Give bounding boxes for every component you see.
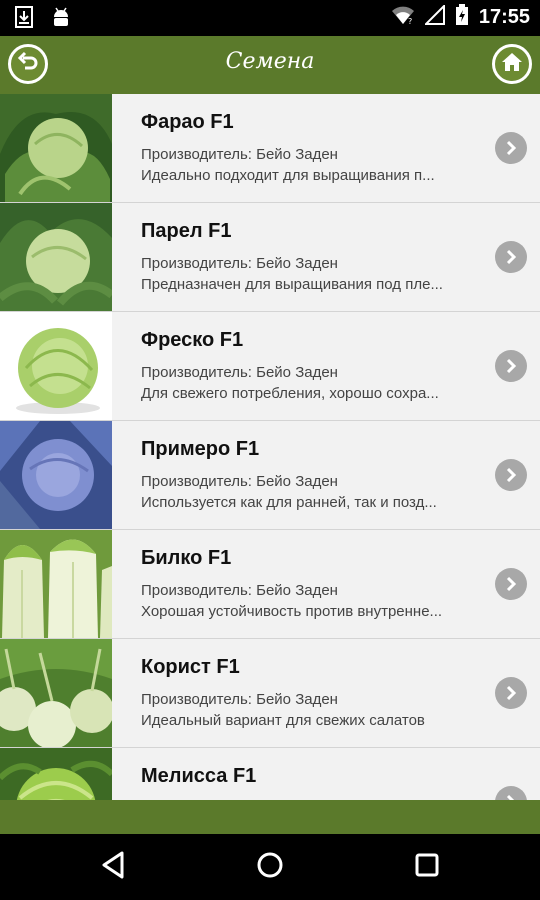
list-item[interactable]: Фреско F1 Производитель: Бейо Заден Для …: [0, 312, 540, 421]
light-cabbage-image: [0, 312, 112, 420]
nav-recents-icon: [414, 852, 440, 882]
svg-text:?: ?: [408, 17, 412, 25]
chevron-right-icon[interactable]: [495, 568, 527, 600]
item-title: Билко F1: [141, 547, 232, 569]
item-description: Хорошая устойчивость против внутренне...: [141, 603, 443, 620]
chevron-right-icon[interactable]: [495, 241, 527, 273]
kohlrabi-image: [0, 639, 112, 747]
item-description: Идеальный вариант для свежих салатов: [141, 712, 425, 729]
list-item[interactable]: Билко F1 Производитель: Бейо Заден Хорош…: [0, 530, 540, 639]
signal-icon: [423, 3, 445, 29]
chevron-right-icon[interactable]: [495, 459, 527, 491]
item-producer: Производитель: Бейо Заден: [141, 691, 338, 708]
list-item[interactable]: Мелисса F1: [0, 748, 540, 800]
item-title: Корист F1: [141, 656, 240, 678]
page-title: Семена: [225, 49, 315, 74]
wifi-icon: ?: [391, 5, 415, 29]
item-producer: Производитель: Бейо Заден: [141, 364, 338, 381]
chevron-right-icon[interactable]: [495, 350, 527, 382]
footer-bar: [0, 800, 540, 834]
status-bar: ? 17:55: [0, 0, 540, 36]
item-description: Для свежего потребления, хорошо сохра...: [141, 385, 439, 402]
savoy-cabbage-image: [0, 748, 112, 800]
android-icon: [50, 6, 72, 32]
item-title: Парел F1: [141, 220, 232, 242]
green-cabbage-image: [0, 203, 112, 311]
nav-back-icon: [100, 851, 126, 883]
nav-back-button[interactable]: [96, 850, 130, 884]
red-cabbage-image: [0, 421, 112, 529]
green-cabbage-image: [0, 94, 112, 202]
item-title: Примеро F1: [141, 438, 260, 460]
item-producer: Производитель: Бейо Заден: [141, 473, 338, 490]
nav-home-button[interactable]: [253, 850, 287, 884]
item-title: Фарао F1: [141, 111, 234, 133]
nav-home-icon: [256, 851, 284, 883]
item-producer: Производитель: Бейо Заден: [141, 582, 338, 599]
nav-recents-button[interactable]: [410, 850, 444, 884]
chevron-right-icon[interactable]: [495, 677, 527, 709]
list-item[interactable]: Корист F1 Производитель: Бейо Заден Идеа…: [0, 639, 540, 748]
item-title: Мелисса F1: [141, 765, 257, 787]
item-description: Предназначен для выращивания под пле...: [141, 276, 443, 293]
item-description: Идеально подходит для выращивания п...: [141, 167, 435, 184]
download-icon: [14, 6, 34, 32]
item-producer: Производитель: Бейо Заден: [141, 255, 338, 272]
list-item[interactable]: Парел F1 Производитель: Бейо Заден Предн…: [0, 203, 540, 312]
seed-list: Фарао F1 Производитель: Бейо Заден Идеал…: [0, 94, 540, 800]
battery-icon: [455, 4, 469, 30]
list-item[interactable]: Фарао F1 Производитель: Бейо Заден Идеал…: [0, 94, 540, 203]
chevron-right-icon[interactable]: [495, 132, 527, 164]
chinese-cabbage-image: [0, 530, 112, 638]
status-time: 17:55: [478, 5, 530, 28]
home-button[interactable]: [492, 44, 532, 84]
system-nav-bar: [0, 834, 540, 900]
item-producer: Производитель: Бейо Заден: [141, 146, 338, 163]
app-bar: Семена: [0, 36, 540, 94]
home-icon: [501, 51, 523, 77]
list-item[interactable]: Примеро F1 Производитель: Бейо Заден Исп…: [0, 421, 540, 530]
item-description: Используется как для ранней, так и позд.…: [141, 494, 437, 511]
chevron-right-icon[interactable]: [495, 786, 527, 800]
item-title: Фреско F1: [141, 329, 244, 351]
